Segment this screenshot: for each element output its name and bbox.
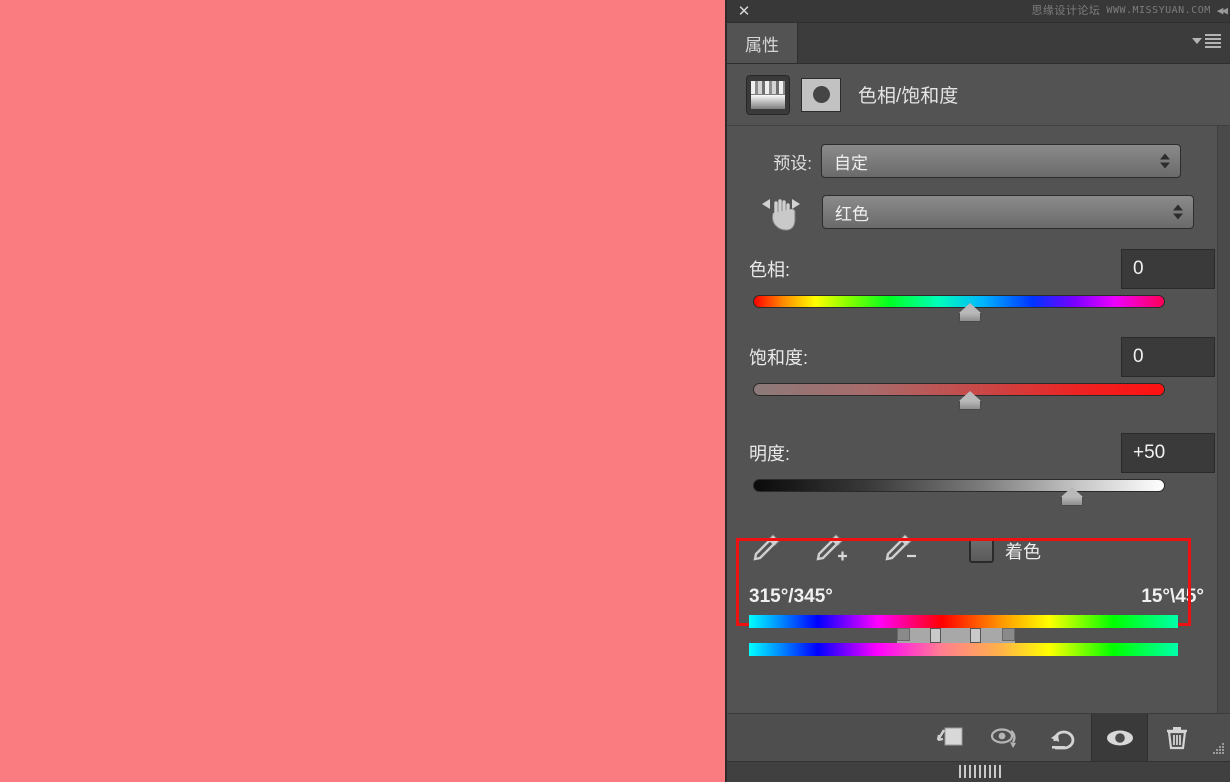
canvas-image[interactable] <box>3 3 724 779</box>
panel-menu-icon[interactable] <box>1192 34 1221 48</box>
color-range-row: 红色 <box>727 178 1230 233</box>
reset-button[interactable] <box>1034 714 1091 761</box>
properties-panel: ✕ 思缘设计论坛 WWW.MISSYUAN.COM ◀◀ 属性 色相/饱和度 预… <box>727 0 1230 782</box>
image-canvas[interactable] <box>0 0 727 782</box>
saturation-slider[interactable] <box>749 383 1215 410</box>
watermark-url-text: WWW.MISSYUAN.COM <box>1106 4 1211 16</box>
saturation-label: 饱和度: <box>749 348 809 368</box>
close-icon[interactable]: ✕ <box>735 3 753 21</box>
preset-row: 预设: 自定 <box>727 126 1230 178</box>
lightness-label: 明度: <box>749 444 791 464</box>
preset-select[interactable]: 自定 <box>821 144 1181 178</box>
collapse-panel-icon[interactable]: ◀◀ <box>1217 4 1228 17</box>
eyedropper-subtract-icon[interactable] <box>881 531 921 570</box>
adjustment-header: 色相/饱和度 <box>727 64 1230 126</box>
saturation-slider-group: 饱和度: 0 <box>727 337 1230 410</box>
colorize-label: 着色 <box>1005 541 1041 562</box>
hue-label: 色相: <box>749 260 791 280</box>
hue-range-falloff-right[interactable] <box>1002 628 1015 641</box>
panel-tab-bar: 属性 <box>727 23 1230 64</box>
hue-range-left-degrees: 315°/345° <box>749 586 833 607</box>
eyedropper-tools-row: 着色 <box>727 531 1230 570</box>
hue-range-bars[interactable] <box>749 615 1207 656</box>
panel-title-bar: ✕ 思缘设计论坛 WWW.MISSYUAN.COM ◀◀ <box>727 0 1230 23</box>
hue-saturation-thumbnail-icon[interactable] <box>746 74 790 115</box>
toggle-visibility-button[interactable] <box>1091 714 1148 761</box>
on-image-adjustment-hand-icon[interactable] <box>755 191 813 233</box>
hue-range-handle-right[interactable] <box>970 628 981 643</box>
panel-scrollbar[interactable] <box>1217 126 1230 729</box>
clip-to-layer-button[interactable] <box>920 714 977 761</box>
lightness-slider[interactable] <box>749 479 1215 506</box>
watermark: 思缘设计论坛 WWW.MISSYUAN.COM ◀◀ <box>1031 2 1228 18</box>
app-root: ✕ 思缘设计论坛 WWW.MISSYUAN.COM ◀◀ 属性 色相/饱和度 预… <box>0 0 1230 782</box>
colorize-checkbox[interactable]: 着色 <box>969 538 1041 564</box>
eyedropper-icon[interactable] <box>749 531 783 570</box>
checkbox-box[interactable] <box>969 538 994 563</box>
stepper-icon <box>1173 204 1183 220</box>
hue-range-section: 315°/345° 15°\45° <box>727 586 1230 656</box>
watermark-cn-text: 思缘设计论坛 <box>1031 4 1101 17</box>
preset-value: 自定 <box>834 153 868 173</box>
delete-layer-button[interactable] <box>1148 714 1205 761</box>
chevron-down-icon <box>1192 38 1202 44</box>
tab-properties[interactable]: 属性 <box>727 23 798 63</box>
hamburger-icon <box>1205 34 1221 48</box>
lightness-track[interactable] <box>753 479 1165 492</box>
hue-range-falloff-left[interactable] <box>897 628 910 641</box>
hue-slider[interactable] <box>749 295 1215 322</box>
stepper-icon <box>1160 153 1170 169</box>
panel-body: 预设: 自定 红色 色相: 0 饱和度: 0 明度: +50 着色 315°/3… <box>727 126 1230 729</box>
hue-range-right-degrees: 15°\45° <box>1141 586 1204 607</box>
hue-range-bar-source <box>749 615 1178 628</box>
preset-label: 预设: <box>773 153 812 173</box>
color-range-value: 红色 <box>835 204 869 224</box>
lightness-slider-group: 明度: +50 <box>727 433 1230 506</box>
toggle-previous-state-button[interactable] <box>977 714 1034 761</box>
hue-value-input[interactable]: 0 <box>1121 249 1215 289</box>
panel-drag-grip[interactable] <box>959 765 1001 778</box>
hue-range-selection[interactable] <box>897 628 1015 644</box>
hue-slider-group: 色相: 0 <box>727 249 1230 322</box>
layer-mask-thumbnail-icon[interactable] <box>801 77 841 112</box>
hue-range-bar-result <box>749 643 1178 656</box>
eyedropper-add-icon[interactable] <box>812 531 852 570</box>
color-range-select[interactable]: 红色 <box>822 195 1194 229</box>
saturation-value-input[interactable]: 0 <box>1121 337 1215 377</box>
hue-range-handle-left[interactable] <box>930 628 941 643</box>
page-title: 色相/饱和度 <box>858 86 959 107</box>
panel-footer <box>727 761 1230 782</box>
lightness-value-input[interactable]: +50 <box>1121 433 1215 473</box>
panel-bottom-toolbar <box>727 713 1230 761</box>
panel-resize-grip[interactable] <box>1205 714 1230 761</box>
